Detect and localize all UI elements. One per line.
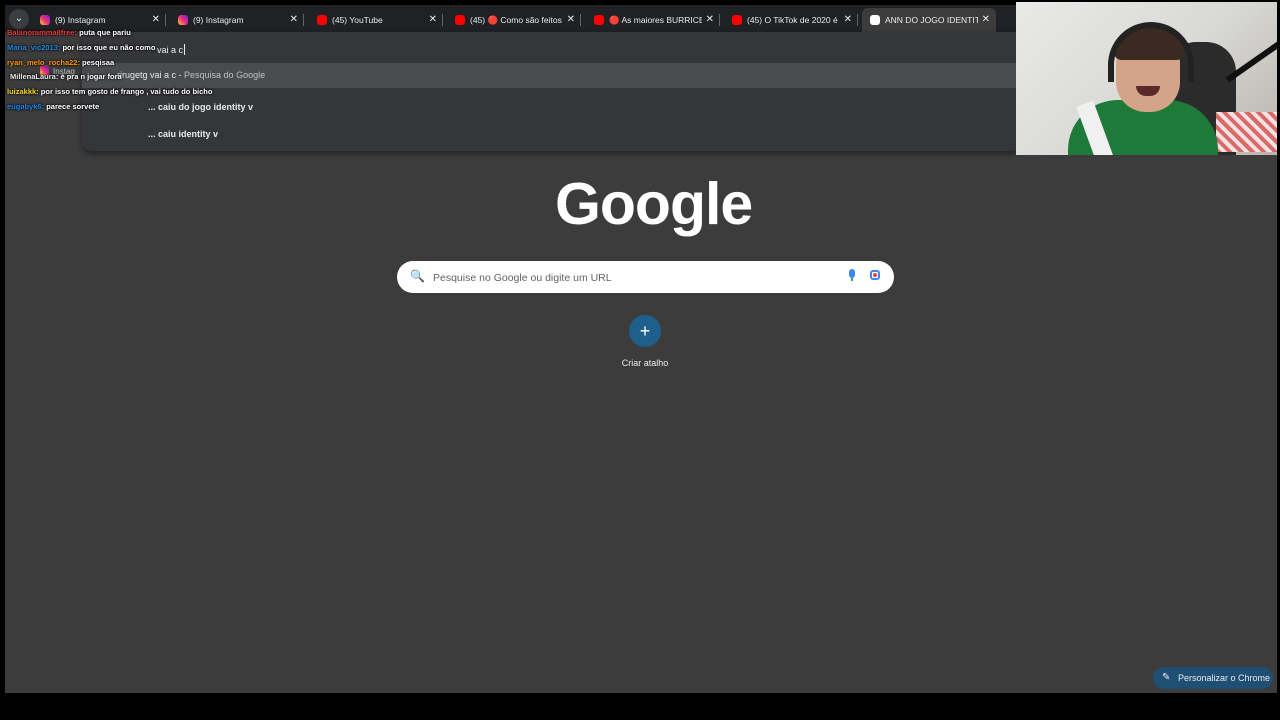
tab-search-button[interactable]: ⌄ xyxy=(9,9,29,29)
pencil-icon: ✎ xyxy=(1162,672,1171,683)
close-icon[interactable]: ✕ xyxy=(844,8,852,32)
chat-message: Balanoramma8free: puta que pariu xyxy=(7,28,131,37)
chevron-down-icon: ⌄ xyxy=(14,13,24,24)
chat-username: Balanoramma8free: xyxy=(7,28,78,37)
suggestion-query: rirugetg vai a c - Pesquisa do Google xyxy=(117,70,266,80)
webcam-overlay xyxy=(1016,2,1277,155)
omnibox-input[interactable]: vai a c xyxy=(157,44,186,55)
tab-divider xyxy=(165,14,166,26)
youtube-icon xyxy=(594,15,604,25)
chat-message: Maria_vic2013: por isso que eu não como xyxy=(7,43,155,52)
chat-text: por isso tem gosto de frango , vai tudo … xyxy=(40,87,213,96)
tab-instagram-2[interactable]: (9) Instagram ✕ xyxy=(170,8,304,32)
add-shortcut[interactable]: + Criar atalho xyxy=(603,315,687,368)
chat-username: MillenaLaura: xyxy=(10,72,59,81)
add-shortcut-label: Criar atalho xyxy=(621,358,669,368)
search-input[interactable] xyxy=(431,268,815,288)
chat-username: eugabyk6: xyxy=(7,102,45,111)
instagram-icon xyxy=(40,15,50,25)
tab-divider xyxy=(719,14,720,26)
tab-divider xyxy=(303,14,304,26)
tab-title: (9) Instagram xyxy=(193,15,244,25)
google-lens-icon[interactable] xyxy=(870,270,880,280)
chat-text: puta que pariu xyxy=(79,28,131,37)
tab-youtube-como-sao-feitos[interactable]: (45) 🔴 Como são feitos os ✕ xyxy=(447,8,581,32)
omnibox-suggestion-highlighted[interactable]: rirugetg vai a c - Pesquisa do Google xyxy=(82,63,1022,88)
microphone-icon[interactable] xyxy=(848,269,856,281)
chat-username: ryan_melo_rocha22: xyxy=(7,58,80,67)
chat-text: pesqisaa xyxy=(82,58,115,67)
chat-username: luizakkk: xyxy=(7,87,39,96)
background-shelf xyxy=(1216,112,1277,152)
youtube-icon xyxy=(732,15,742,25)
tab-youtube-burrices[interactable]: 🔴 As maiores BURRICES ✕ xyxy=(586,8,720,32)
close-icon[interactable]: ✕ xyxy=(567,8,575,32)
tab-active-google[interactable]: ANN DO JOGO IDENTITY ✕ xyxy=(862,8,996,32)
tab-youtube-tiktok[interactable]: (45) O TikTok de 2020 é R ✕ xyxy=(724,8,858,32)
close-icon[interactable]: ✕ xyxy=(152,8,160,32)
omnibox-dropdown: vai a c rirugetg vai a c - Pesquisa do G… xyxy=(82,32,1022,151)
tab-title: ANN DO JOGO IDENTITY xyxy=(885,15,978,25)
chat-username: Maria_vic2013: xyxy=(7,43,61,52)
tab-title: (45) 🔴 Como são feitos os xyxy=(470,15,563,25)
google-logo: Google xyxy=(555,171,753,237)
close-icon[interactable]: ✕ xyxy=(982,8,990,32)
tab-youtube[interactable]: (45) YouTube ✕ xyxy=(309,8,443,32)
text-caret xyxy=(184,44,186,55)
chat-text: parece sorvete xyxy=(46,102,100,111)
chat-message: ryan_melo_rocha22: pesqisaa xyxy=(7,58,114,67)
customize-chrome-label: Personalizar o Chrome xyxy=(1178,673,1271,683)
omnibox-suggestion[interactable]: ... caiu do jogo identity v xyxy=(148,102,253,112)
plus-icon: + xyxy=(629,315,661,347)
tab-divider xyxy=(580,14,581,26)
tab-title: (45) O TikTok de 2020 é R xyxy=(747,15,840,25)
chat-message: luizakkk: por isso tem gosto de frango ,… xyxy=(7,87,212,96)
close-icon[interactable]: ✕ xyxy=(706,8,714,32)
youtube-icon xyxy=(317,15,327,25)
headset-icon xyxy=(1108,22,1194,82)
omnibox-suggestion[interactable]: ... caiu identity v xyxy=(148,129,218,139)
chat-text: é pra n jogar fora xyxy=(60,72,122,81)
chat-message: MillenaLaura: é pra n jogar fora xyxy=(10,72,122,81)
youtube-icon xyxy=(455,15,465,25)
instagram-icon xyxy=(178,15,188,25)
google-icon xyxy=(870,15,880,25)
customize-chrome-button[interactable]: ✎ Personalizar o Chrome xyxy=(1153,667,1273,689)
tab-title: 🔴 As maiores BURRICES xyxy=(609,15,702,25)
tab-divider xyxy=(857,14,858,26)
suggestion-desc: Pesquisa do Google xyxy=(184,70,266,80)
close-icon[interactable]: ✕ xyxy=(290,8,298,32)
tab-divider xyxy=(442,14,443,26)
suggestion-query-text: rirugetg vai a c xyxy=(117,70,177,80)
search-icon: 🔍 xyxy=(410,269,425,283)
chat-message: eugabyk6: parece sorvete xyxy=(7,102,99,111)
ntp-searchbox[interactable]: 🔍 xyxy=(397,261,894,293)
close-icon[interactable]: ✕ xyxy=(429,8,437,32)
tab-title: (45) YouTube xyxy=(332,15,383,25)
chat-text: por isso que eu não como xyxy=(62,43,156,52)
omnibox-typed-text: vai a c xyxy=(157,45,184,55)
